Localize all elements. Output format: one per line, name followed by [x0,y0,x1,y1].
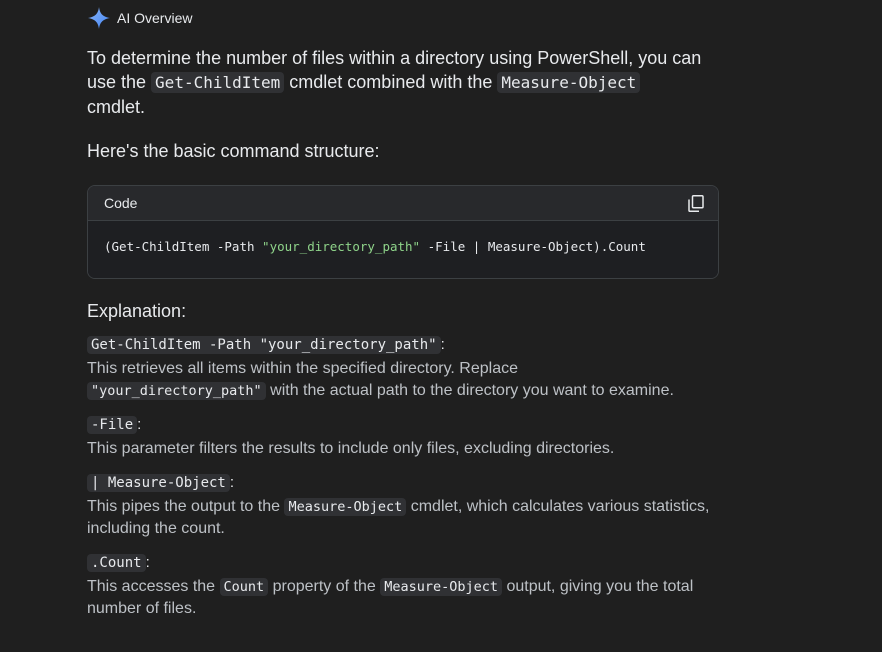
explanation-item: .Count: This accesses the Count property… [87,552,727,620]
term-code: .Count [87,554,146,572]
desc-code: "your_directory_path" [87,382,266,400]
ai-overview-title: AI Overview [117,10,193,26]
code-block-body[interactable]: (Get-ChildItem -Path "your_directory_pat… [88,221,718,278]
explanation-term: .Count: [87,552,727,574]
explanation-term: -File: [87,414,727,436]
explanation-desc: This pipes the output to the Measure-Obj… [87,496,727,540]
copy-icon [688,194,704,212]
code-block: Code (Get-ChildItem -Path "your_director… [87,185,719,279]
desc-text: This accesses the [87,578,220,595]
page: AI Overview To determine the number of f… [0,0,882,652]
code-block-label: Code [104,195,138,211]
term-code: | Measure-Object [87,474,230,492]
code-part-post: -File | Measure-Object).Count [420,239,646,254]
inline-code-measure-object: Measure-Object [497,72,641,93]
overview-content: To determine the number of files within … [87,46,727,620]
desc-code: Measure-Object [284,498,407,516]
explanation-desc: This retrieves all items within the spec… [87,358,727,402]
code-block-header: Code [88,186,718,221]
intro-text-3: cmdlet. [87,97,146,117]
desc-code: Count [219,578,269,596]
ai-overview-header: AI Overview [87,6,192,30]
explanation-item: | Measure-Object: This pipes the output … [87,472,727,540]
desc-text: This retrieves all items within the spec… [87,360,518,377]
explanation-item: -File: This parameter filters the result… [87,414,727,460]
code-part-pre: (Get-ChildItem -Path [104,239,263,254]
desc-code: Measure-Object [380,578,502,596]
explanation-desc: This parameter filters the results to in… [87,440,615,457]
sparkle-icon [88,7,110,29]
explanation-item: Get-ChildItem -Path "your_directory_path… [87,334,727,402]
code-string: "your_directory_path" [262,239,421,254]
intro-paragraph: To determine the number of files within … [87,46,727,119]
intro-text-2: cmdlet combined with the [284,72,498,92]
explanation-term: Get-ChildItem -Path "your_directory_path… [87,334,727,356]
inline-code-get-childitem: Get-ChildItem [151,72,285,93]
desc-text: property of the [268,578,381,595]
structure-heading: Here's the basic command structure: [87,141,380,161]
explanation-term: | Measure-Object: [87,472,727,494]
desc-text: This pipes the output to the [87,498,285,515]
explanation-heading: Explanation: [87,301,187,321]
explanation-desc: This accesses the Count property of the … [87,576,727,620]
desc-text: with the actual path to the directory yo… [265,382,674,399]
term-code: Get-ChildItem -Path "your_directory_path… [87,336,441,354]
copy-button[interactable] [686,193,706,213]
term-code: -File [87,416,138,434]
